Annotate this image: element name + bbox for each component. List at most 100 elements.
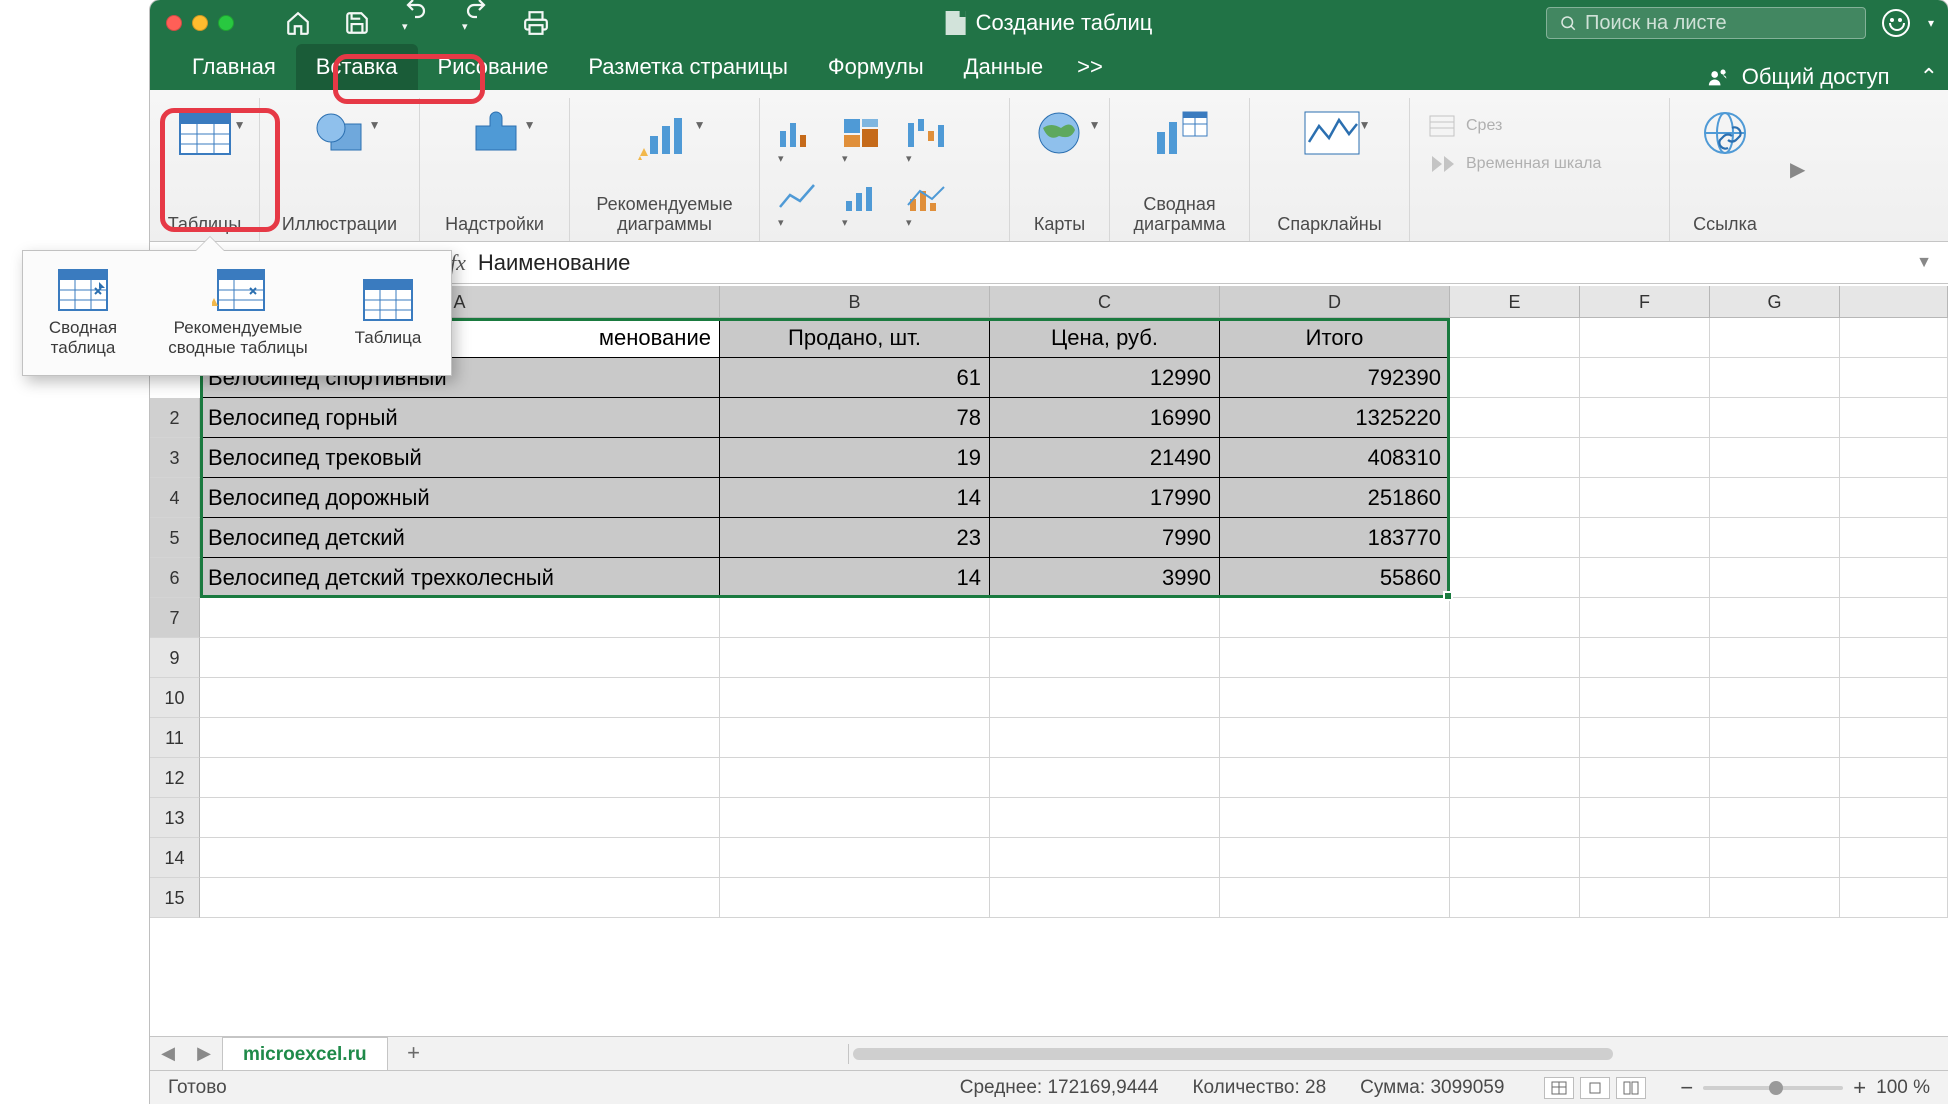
cell[interactable]: [1580, 718, 1710, 758]
cell[interactable]: [1580, 358, 1710, 398]
cell[interactable]: [1710, 878, 1840, 918]
table-button[interactable]: Таблица: [333, 251, 443, 375]
undo-icon[interactable]: ▾: [402, 0, 430, 51]
cell[interactable]: 1325220: [1220, 398, 1450, 438]
cell[interactable]: Велосипед детский: [200, 518, 720, 558]
cell[interactable]: [1220, 638, 1450, 678]
fx-icon[interactable]: fx: [450, 250, 466, 276]
feedback-dropdown-icon[interactable]: ▾: [1928, 16, 1934, 30]
normal-view-button[interactable]: [1544, 1077, 1574, 1099]
cell[interactable]: [1710, 318, 1840, 358]
cell-c1[interactable]: Цена, руб.: [990, 318, 1220, 358]
cell[interactable]: [1840, 798, 1948, 838]
cell[interactable]: [1580, 398, 1710, 438]
cell[interactable]: [200, 798, 720, 838]
cell[interactable]: [1710, 358, 1840, 398]
home-icon[interactable]: [284, 10, 312, 36]
add-sheet-button[interactable]: +: [396, 1040, 432, 1068]
cell[interactable]: Велосипед трековый: [200, 438, 720, 478]
cell[interactable]: 14: [720, 558, 990, 598]
cell[interactable]: [1220, 718, 1450, 758]
cell[interactable]: [200, 718, 720, 758]
waterfall-chart-icon[interactable]: ▾: [906, 117, 946, 167]
hierarchy-chart-icon[interactable]: ▾: [842, 117, 882, 167]
tab-insert[interactable]: Вставка: [296, 44, 418, 90]
column-header-g[interactable]: G: [1710, 286, 1840, 317]
ribbon-group-pivot-chart[interactable]: Сводная диаграмма: [1110, 98, 1250, 241]
cell[interactable]: [1840, 758, 1948, 798]
cell[interactable]: [1580, 318, 1710, 358]
cell[interactable]: [1450, 878, 1580, 918]
cell[interactable]: [1580, 478, 1710, 518]
cell[interactable]: [1450, 838, 1580, 878]
next-sheet-button[interactable]: ▶: [186, 1043, 222, 1064]
line-chart-icon[interactable]: ▾: [778, 181, 818, 231]
formula-bar-expand-icon[interactable]: ▼: [1900, 254, 1948, 272]
cell[interactable]: [1710, 798, 1840, 838]
recommended-pivot-tables-button[interactable]: Рекомендуемые сводные таблицы: [143, 251, 333, 375]
search-input[interactable]: Поиск на листе: [1546, 7, 1866, 39]
cell[interactable]: 16990: [990, 398, 1220, 438]
cell[interactable]: [1580, 598, 1710, 638]
cell[interactable]: [1840, 878, 1948, 918]
feedback-icon[interactable]: [1882, 9, 1910, 37]
cell-b1[interactable]: Продано, шт.: [720, 318, 990, 358]
cell[interactable]: [1840, 358, 1948, 398]
row-header-6[interactable]: 6: [150, 558, 200, 598]
row-header[interactable]: 11: [150, 718, 200, 758]
cell[interactable]: [1840, 318, 1948, 358]
cell[interactable]: 23: [720, 518, 990, 558]
cell[interactable]: Велосипед дорожный: [200, 478, 720, 518]
cell[interactable]: [1220, 678, 1450, 718]
cell[interactable]: [1450, 638, 1580, 678]
cell[interactable]: 61: [720, 358, 990, 398]
cell[interactable]: [990, 598, 1220, 638]
statistic-chart-icon[interactable]: ▾: [842, 181, 882, 231]
zoom-window-button[interactable]: [218, 15, 234, 31]
redo-icon[interactable]: ▾: [462, 0, 490, 51]
cell[interactable]: 21490: [990, 438, 1220, 478]
row-header-4[interactable]: 4: [150, 478, 200, 518]
column-header-f[interactable]: F: [1580, 286, 1710, 317]
cell[interactable]: [1450, 398, 1580, 438]
ribbon-group-recommended-charts[interactable]: ▼ Рекомендуемые диаграммы: [570, 98, 760, 241]
column-header-c[interactable]: C: [990, 286, 1220, 317]
cell[interactable]: Велосипед детский трехколесный: [200, 558, 720, 598]
cell[interactable]: 7990: [990, 518, 1220, 558]
cell[interactable]: [1580, 878, 1710, 918]
cell[interactable]: [1580, 558, 1710, 598]
cell[interactable]: 251860: [1220, 478, 1450, 518]
cell[interactable]: [1220, 878, 1450, 918]
tab-draw[interactable]: Рисование: [418, 44, 569, 90]
ribbon-group-maps[interactable]: ▼ Карты: [1010, 98, 1110, 241]
cell[interactable]: [1450, 558, 1580, 598]
cell[interactable]: [1840, 558, 1948, 598]
cell[interactable]: [1840, 718, 1948, 758]
cell[interactable]: [720, 638, 990, 678]
cell[interactable]: [1710, 718, 1840, 758]
cell[interactable]: 14: [720, 478, 990, 518]
scrollbar-thumb[interactable]: [853, 1048, 1613, 1060]
column-header-d[interactable]: D: [1220, 286, 1450, 317]
page-layout-view-button[interactable]: [1580, 1077, 1610, 1099]
cell[interactable]: [200, 678, 720, 718]
cell[interactable]: [1220, 758, 1450, 798]
cell[interactable]: 12990: [990, 358, 1220, 398]
cell[interactable]: [1580, 638, 1710, 678]
cell[interactable]: [200, 758, 720, 798]
zoom-out-button[interactable]: −: [1680, 1075, 1693, 1101]
ribbon-group-link[interactable]: Ссылка: [1670, 98, 1780, 241]
combo-chart-icon[interactable]: ▾: [906, 181, 946, 231]
column-header-b[interactable]: B: [720, 286, 990, 317]
column-header-e[interactable]: E: [1450, 286, 1580, 317]
cell[interactable]: [1710, 678, 1840, 718]
cell[interactable]: [1580, 678, 1710, 718]
cell[interactable]: [990, 638, 1220, 678]
minimize-window-button[interactable]: [192, 15, 208, 31]
cell[interactable]: [1840, 678, 1948, 718]
cell[interactable]: [1840, 398, 1948, 438]
cell[interactable]: [1580, 798, 1710, 838]
cell[interactable]: [200, 638, 720, 678]
cell[interactable]: [720, 718, 990, 758]
cell[interactable]: [200, 878, 720, 918]
